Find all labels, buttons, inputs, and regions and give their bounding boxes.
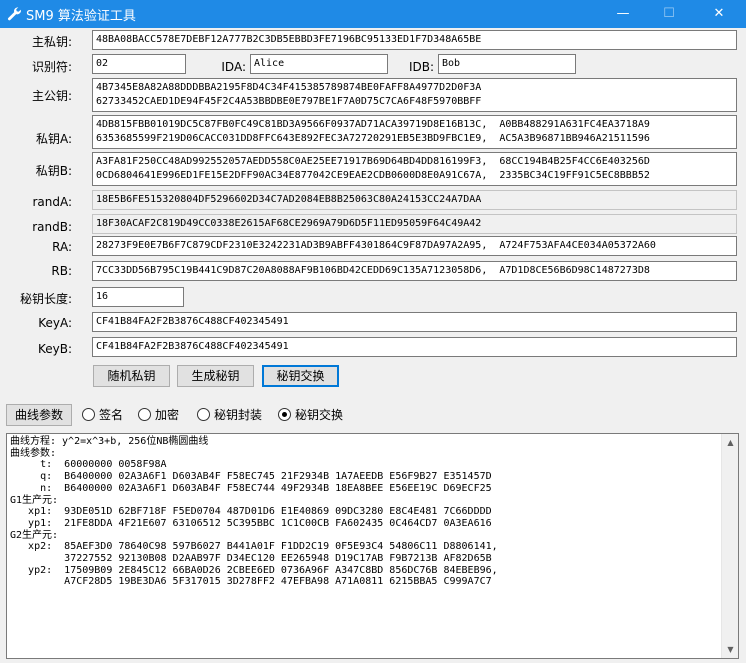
key-length-input[interactable]: 16 <box>92 287 184 307</box>
scroll-up-icon[interactable]: ▲ <box>722 434 738 451</box>
idb-input[interactable]: Bob <box>438 54 576 74</box>
master-private-key-label: 主私钥: <box>31 35 72 49</box>
key-exchange-button[interactable]: 秘钥交换 <box>262 365 339 387</box>
rb-label: RB: <box>51 264 72 278</box>
key-b-label: KeyB: <box>37 342 72 356</box>
radio-selected-icon <box>278 408 291 421</box>
radio-key-exchange-label: 秘钥交换 <box>295 408 344 422</box>
private-key-a-label: 私钥A: <box>35 132 72 146</box>
radio-sign-label: 签名 <box>99 408 124 422</box>
radio-unselected-icon <box>138 408 151 421</box>
ida-input[interactable]: Alice <box>250 54 388 74</box>
idb-label: IDB: <box>408 60 434 74</box>
rand-a-output: 18E5B6FE515320804DF5296602D34C7AD2084EB8… <box>92 190 737 210</box>
key-a-output: CF41B84FA2F2B3876C488CF402345491 <box>92 312 737 332</box>
wrench-icon <box>7 7 21 21</box>
rand-b-output: 18F30ACAF2C819D49CC0338E2615AF68CE2969A7… <box>92 214 737 234</box>
private-key-b-output: A3FA81F250CC48AD992552057AEDD558C0AE25EE… <box>92 152 737 186</box>
private-key-b-label: 私钥B: <box>35 164 72 178</box>
rb-output: 7CC33DD56B795C19B441C9D87C20A8088AF9B106… <box>92 261 737 281</box>
master-public-key-output: 4B7345E8A82A88DDDBBA2195F8D4C34F41538578… <box>92 78 737 112</box>
minimize-button[interactable]: — <box>600 0 646 28</box>
window-title: SM9 算法验证工具 <box>26 9 136 24</box>
radio-encrypt-label: 加密 <box>155 408 180 422</box>
vertical-scrollbar[interactable]: ▲ ▼ <box>721 434 738 658</box>
identifier-label: 识别符: <box>31 60 72 74</box>
master-public-key-label: 主公钥: <box>31 89 72 103</box>
scroll-down-icon[interactable]: ▼ <box>722 641 738 658</box>
radio-key-encapsulation-label: 秘钥封装 <box>214 408 263 422</box>
random-private-key-button[interactable]: 随机私钥 <box>93 365 170 387</box>
rand-b-label: randB: <box>32 220 72 234</box>
master-private-key-input[interactable]: 48BA08BACC578E7DEBF12A777B2C3DB5EBBD3FE7… <box>92 30 737 50</box>
output-text: 曲线方程: y^2=x^3+b, 256位NB椭圆曲线 曲线参数: t: 600… <box>10 436 498 588</box>
radio-encrypt[interactable]: 加密 <box>138 405 188 425</box>
maximize-button[interactable]: ☐ <box>646 0 692 28</box>
title-bar[interactable]: SM9 算法验证工具 — ☐ ✕ <box>0 0 746 28</box>
radio-key-exchange[interactable]: 秘钥交换 <box>278 405 353 425</box>
radio-key-encapsulation[interactable]: 秘钥封装 <box>197 405 272 425</box>
identifier-input[interactable]: 02 <box>92 54 186 74</box>
ra-label: RA: <box>52 240 72 254</box>
ra-output: 28273F9E0E7B6F7C879CDF2310E3242231AD3B9A… <box>92 236 737 256</box>
key-b-output: CF41B84FA2F2B3876C488CF402345491 <box>92 337 737 357</box>
ida-label: IDA: <box>221 60 246 74</box>
rand-a-label: randA: <box>32 195 72 209</box>
key-a-label: KeyA: <box>38 316 72 330</box>
private-key-a-output: 4DB815FBB01019DC5C87FB0FC49C81BD3A9566F0… <box>92 115 737 149</box>
curve-params-button[interactable]: 曲线参数 <box>6 404 72 426</box>
output-textarea[interactable]: 曲线方程: y^2=x^3+b, 256位NB椭圆曲线 曲线参数: t: 600… <box>6 433 739 659</box>
generate-key-button[interactable]: 生成秘钥 <box>177 365 254 387</box>
radio-sign[interactable]: 签名 <box>82 405 132 425</box>
key-length-label: 秘钥长度: <box>19 292 72 306</box>
radio-unselected-icon <box>82 408 95 421</box>
close-button[interactable]: ✕ <box>696 0 742 28</box>
radio-unselected-icon <box>197 408 210 421</box>
